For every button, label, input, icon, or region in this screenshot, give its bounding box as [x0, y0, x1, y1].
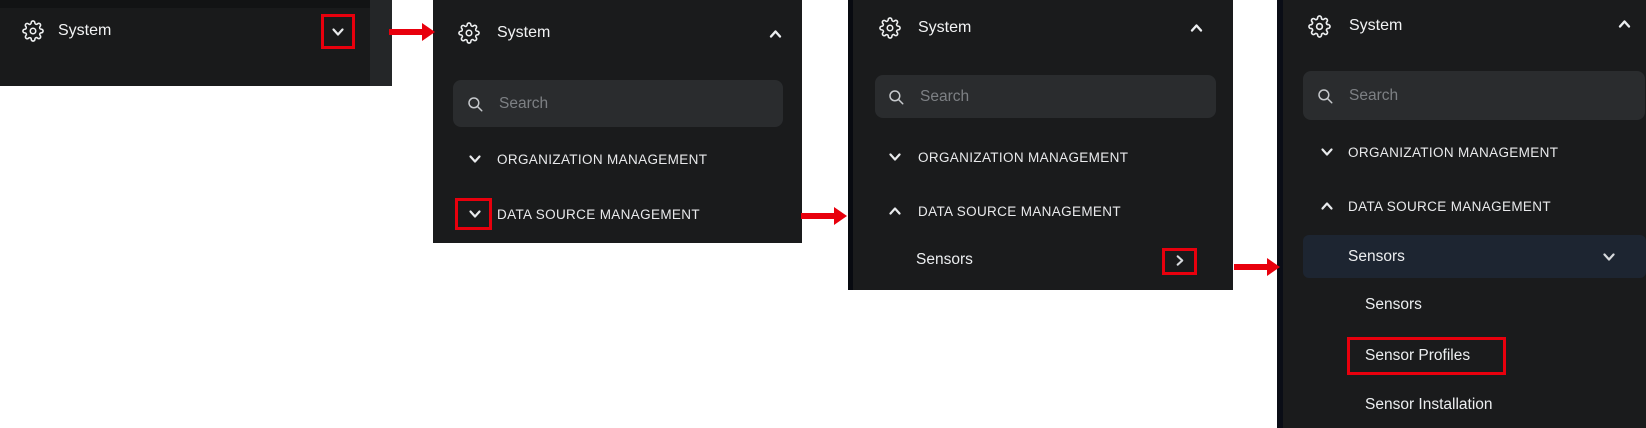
search-input[interactable]	[497, 94, 769, 114]
menu-title: System	[1349, 17, 1402, 35]
search-box[interactable]	[1303, 71, 1645, 120]
arrow-head	[422, 23, 435, 41]
arrow-head	[834, 207, 847, 225]
search-input[interactable]	[1347, 86, 1631, 106]
submenu-item-sensor-installation[interactable]: Sensor Installation	[1283, 391, 1646, 419]
arrow-tail	[389, 29, 424, 35]
section-label: DATA SOURCE MANAGEMENT	[918, 204, 1121, 219]
panel-1-top-edge	[0, 0, 370, 8]
search-input[interactable]	[918, 87, 1202, 107]
menu-title: System	[918, 19, 971, 37]
menu-item-system[interactable]: System	[0, 8, 370, 54]
annotation-box-step1	[321, 14, 355, 49]
section-label: ORGANIZATION MANAGEMENT	[497, 152, 707, 167]
arrow-tail	[801, 213, 836, 219]
chevron-down-icon[interactable]	[1602, 250, 1616, 264]
menu-title: System	[58, 22, 111, 40]
gear-icon	[22, 20, 44, 42]
arrow-head	[1267, 258, 1280, 276]
section-organization-management[interactable]: ORGANIZATION MANAGEMENT	[1283, 138, 1646, 166]
item-label: Sensors	[1365, 296, 1422, 314]
panel-3-expanded-section: System ORGANIZATION MANAGEMENT DATA SOUR…	[848, 0, 1233, 290]
search-box[interactable]	[453, 80, 783, 127]
menu-item-system[interactable]: System	[853, 6, 1233, 50]
section-data-source-management[interactable]: DATA SOURCE MANAGEMENT	[1283, 192, 1646, 220]
chevron-up-icon[interactable]	[1617, 17, 1632, 31]
section-label: ORGANIZATION MANAGEMENT	[918, 150, 1128, 165]
menu-item-system[interactable]: System	[1283, 4, 1646, 48]
section-organization-management[interactable]: ORGANIZATION MANAGEMENT	[433, 145, 802, 173]
section-data-source-management[interactable]: DATA SOURCE MANAGEMENT	[853, 197, 1233, 225]
search-box[interactable]	[875, 75, 1216, 118]
chevron-down-icon[interactable]	[468, 152, 482, 166]
step-arrow-3	[1234, 258, 1280, 276]
panel-1-edge-strip	[370, 0, 392, 86]
menu-item-system[interactable]: System	[433, 10, 802, 56]
search-icon	[1316, 87, 1334, 105]
annotation-box-step4	[1347, 337, 1506, 375]
step-arrow-1	[389, 23, 435, 41]
search-icon	[887, 88, 905, 106]
section-label: ORGANIZATION MANAGEMENT	[1348, 145, 1558, 160]
item-label: Sensors	[1348, 248, 1405, 266]
item-label: Sensors	[916, 251, 973, 269]
section-label: DATA SOURCE MANAGEMENT	[497, 207, 700, 222]
chevron-up-icon[interactable]	[1189, 21, 1204, 35]
gear-icon	[1308, 15, 1331, 38]
panel-1-collapsed-menu: System	[0, 0, 370, 86]
chevron-up-icon[interactable]	[888, 204, 902, 218]
submenu-item-sensors[interactable]: Sensors	[1283, 291, 1646, 319]
menu-title: System	[497, 24, 550, 42]
step-arrow-2	[801, 207, 847, 225]
annotated-screenshot-sequence: System System	[0, 0, 1646, 428]
section-label: DATA SOURCE MANAGEMENT	[1348, 199, 1551, 214]
annotation-box-step2	[455, 198, 492, 230]
gear-icon	[879, 17, 901, 39]
item-label: Sensor Installation	[1365, 396, 1493, 414]
annotation-box-step3	[1162, 248, 1197, 275]
menu-item-sensors-parent[interactable]: Sensors	[1303, 235, 1646, 278]
section-organization-management[interactable]: ORGANIZATION MANAGEMENT	[853, 143, 1233, 171]
gear-icon	[458, 22, 480, 44]
chevron-up-icon[interactable]	[1320, 199, 1334, 213]
chevron-up-icon[interactable]	[768, 27, 783, 41]
chevron-down-icon[interactable]	[1320, 145, 1334, 159]
search-icon	[466, 95, 484, 113]
arrow-tail	[1234, 264, 1269, 270]
chevron-down-icon[interactable]	[888, 150, 902, 164]
